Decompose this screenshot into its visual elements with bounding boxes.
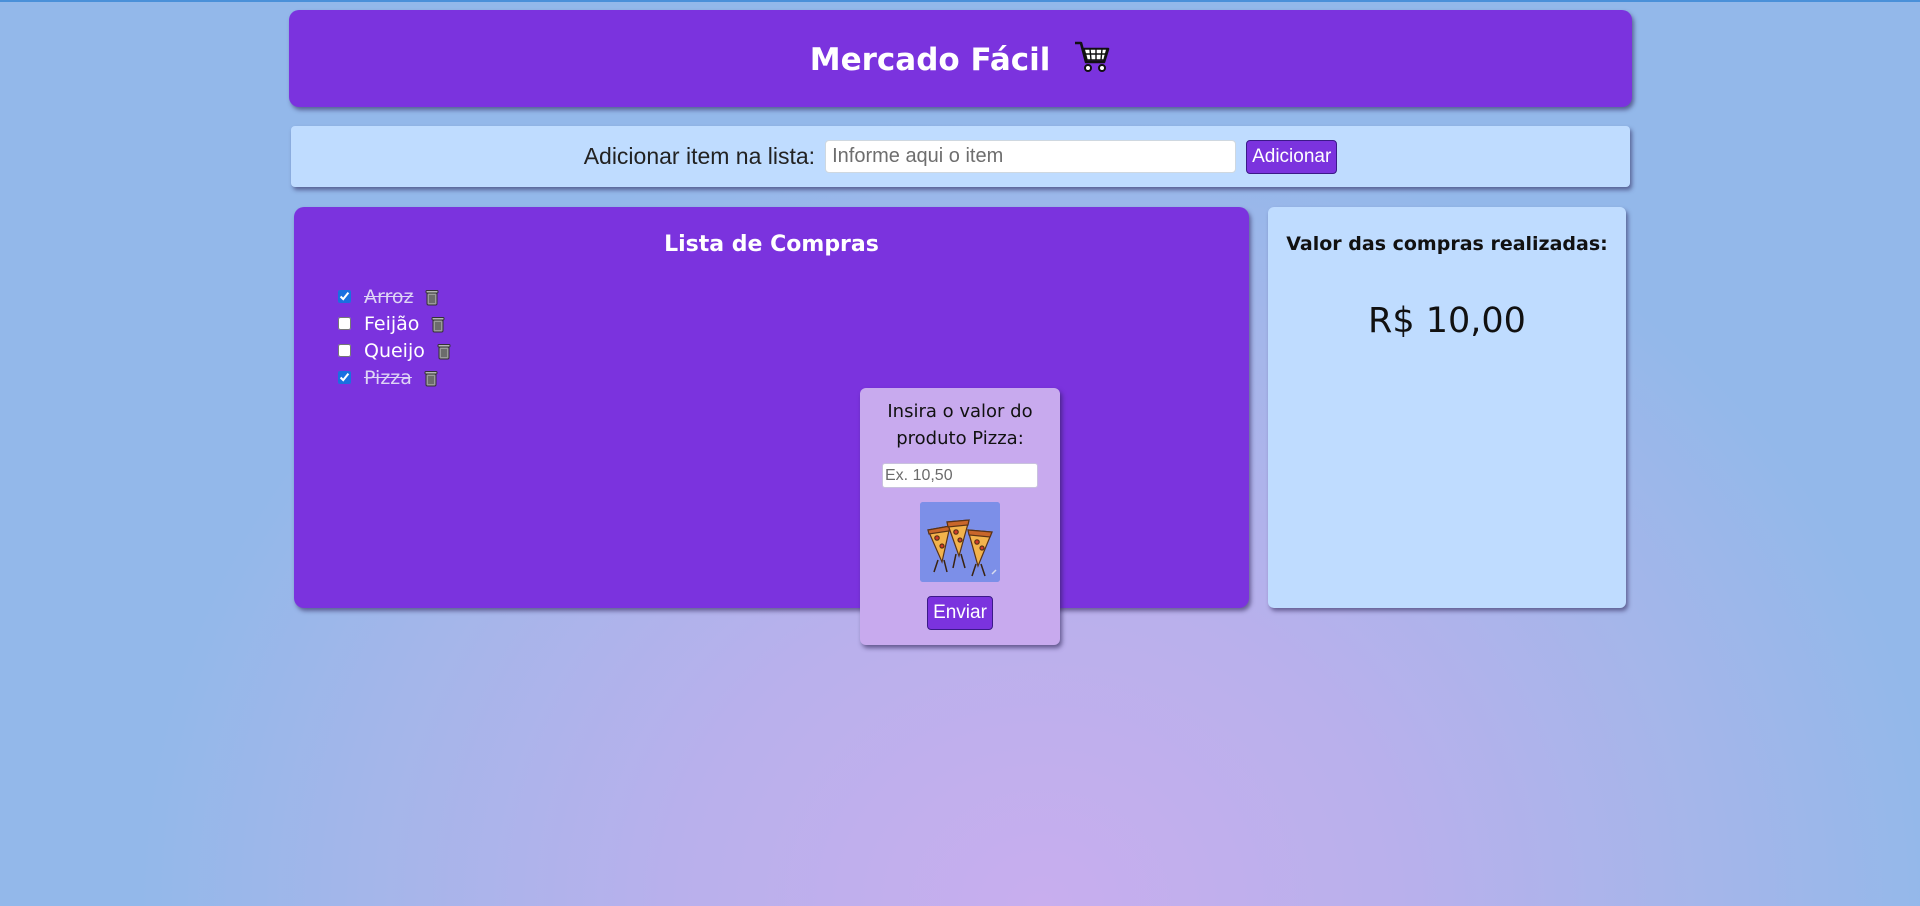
price-input[interactable] [882, 463, 1038, 488]
shopping-list-title: Lista de Compras [664, 232, 879, 257]
item-checkbox[interactable] [338, 290, 351, 303]
item-checkbox[interactable] [338, 344, 351, 357]
list-item: Pizza [338, 364, 452, 391]
add-item-button[interactable]: Adicionar [1246, 139, 1338, 174]
trash-icon[interactable] [424, 288, 440, 306]
trash-icon[interactable] [436, 342, 452, 360]
list-item: Queijo [338, 337, 452, 364]
item-name: Arroz [364, 285, 414, 308]
item-checkbox[interactable] [338, 317, 351, 330]
list-item: Feijão [338, 310, 452, 337]
send-button[interactable]: Enviar [927, 596, 993, 630]
trash-icon[interactable] [423, 369, 439, 387]
shopping-list: Arroz Feijão Queijo Pizza [338, 283, 452, 391]
shopping-cart-icon [1073, 40, 1111, 74]
total-panel: Valor das compras realizadas: R$ 10,00 [1268, 207, 1626, 608]
add-item-bar: Adicionar item na lista: Adicionar [291, 126, 1630, 187]
shopping-list-panel: Lista de Compras Arroz Feijão Queijo Piz… [294, 207, 1249, 608]
app-header: Mercado Fácil [289, 10, 1632, 107]
item-name: Queijo [364, 339, 425, 362]
pizza-slices-image [920, 502, 1000, 582]
item-name: Pizza [364, 366, 412, 389]
item-name: Feijão [364, 312, 420, 335]
add-item-label: Adicionar item na lista: [583, 143, 816, 169]
price-popup: Insira o valor do produto Pizza: Ex. 10,… [860, 388, 1060, 645]
item-input[interactable] [825, 140, 1237, 173]
total-value: R$ 10,00 [1368, 301, 1526, 341]
trash-icon[interactable] [430, 315, 446, 333]
total-title: Valor das compras realizadas: [1286, 233, 1608, 255]
app-title-text: Mercado Fácil [809, 41, 1051, 78]
app-title: Mercado Fácil [810, 40, 1111, 78]
item-checkbox[interactable] [338, 371, 351, 384]
list-item: Arroz [338, 283, 452, 310]
price-prompt: Insira o valor do produto Pizza: [887, 401, 1033, 449]
